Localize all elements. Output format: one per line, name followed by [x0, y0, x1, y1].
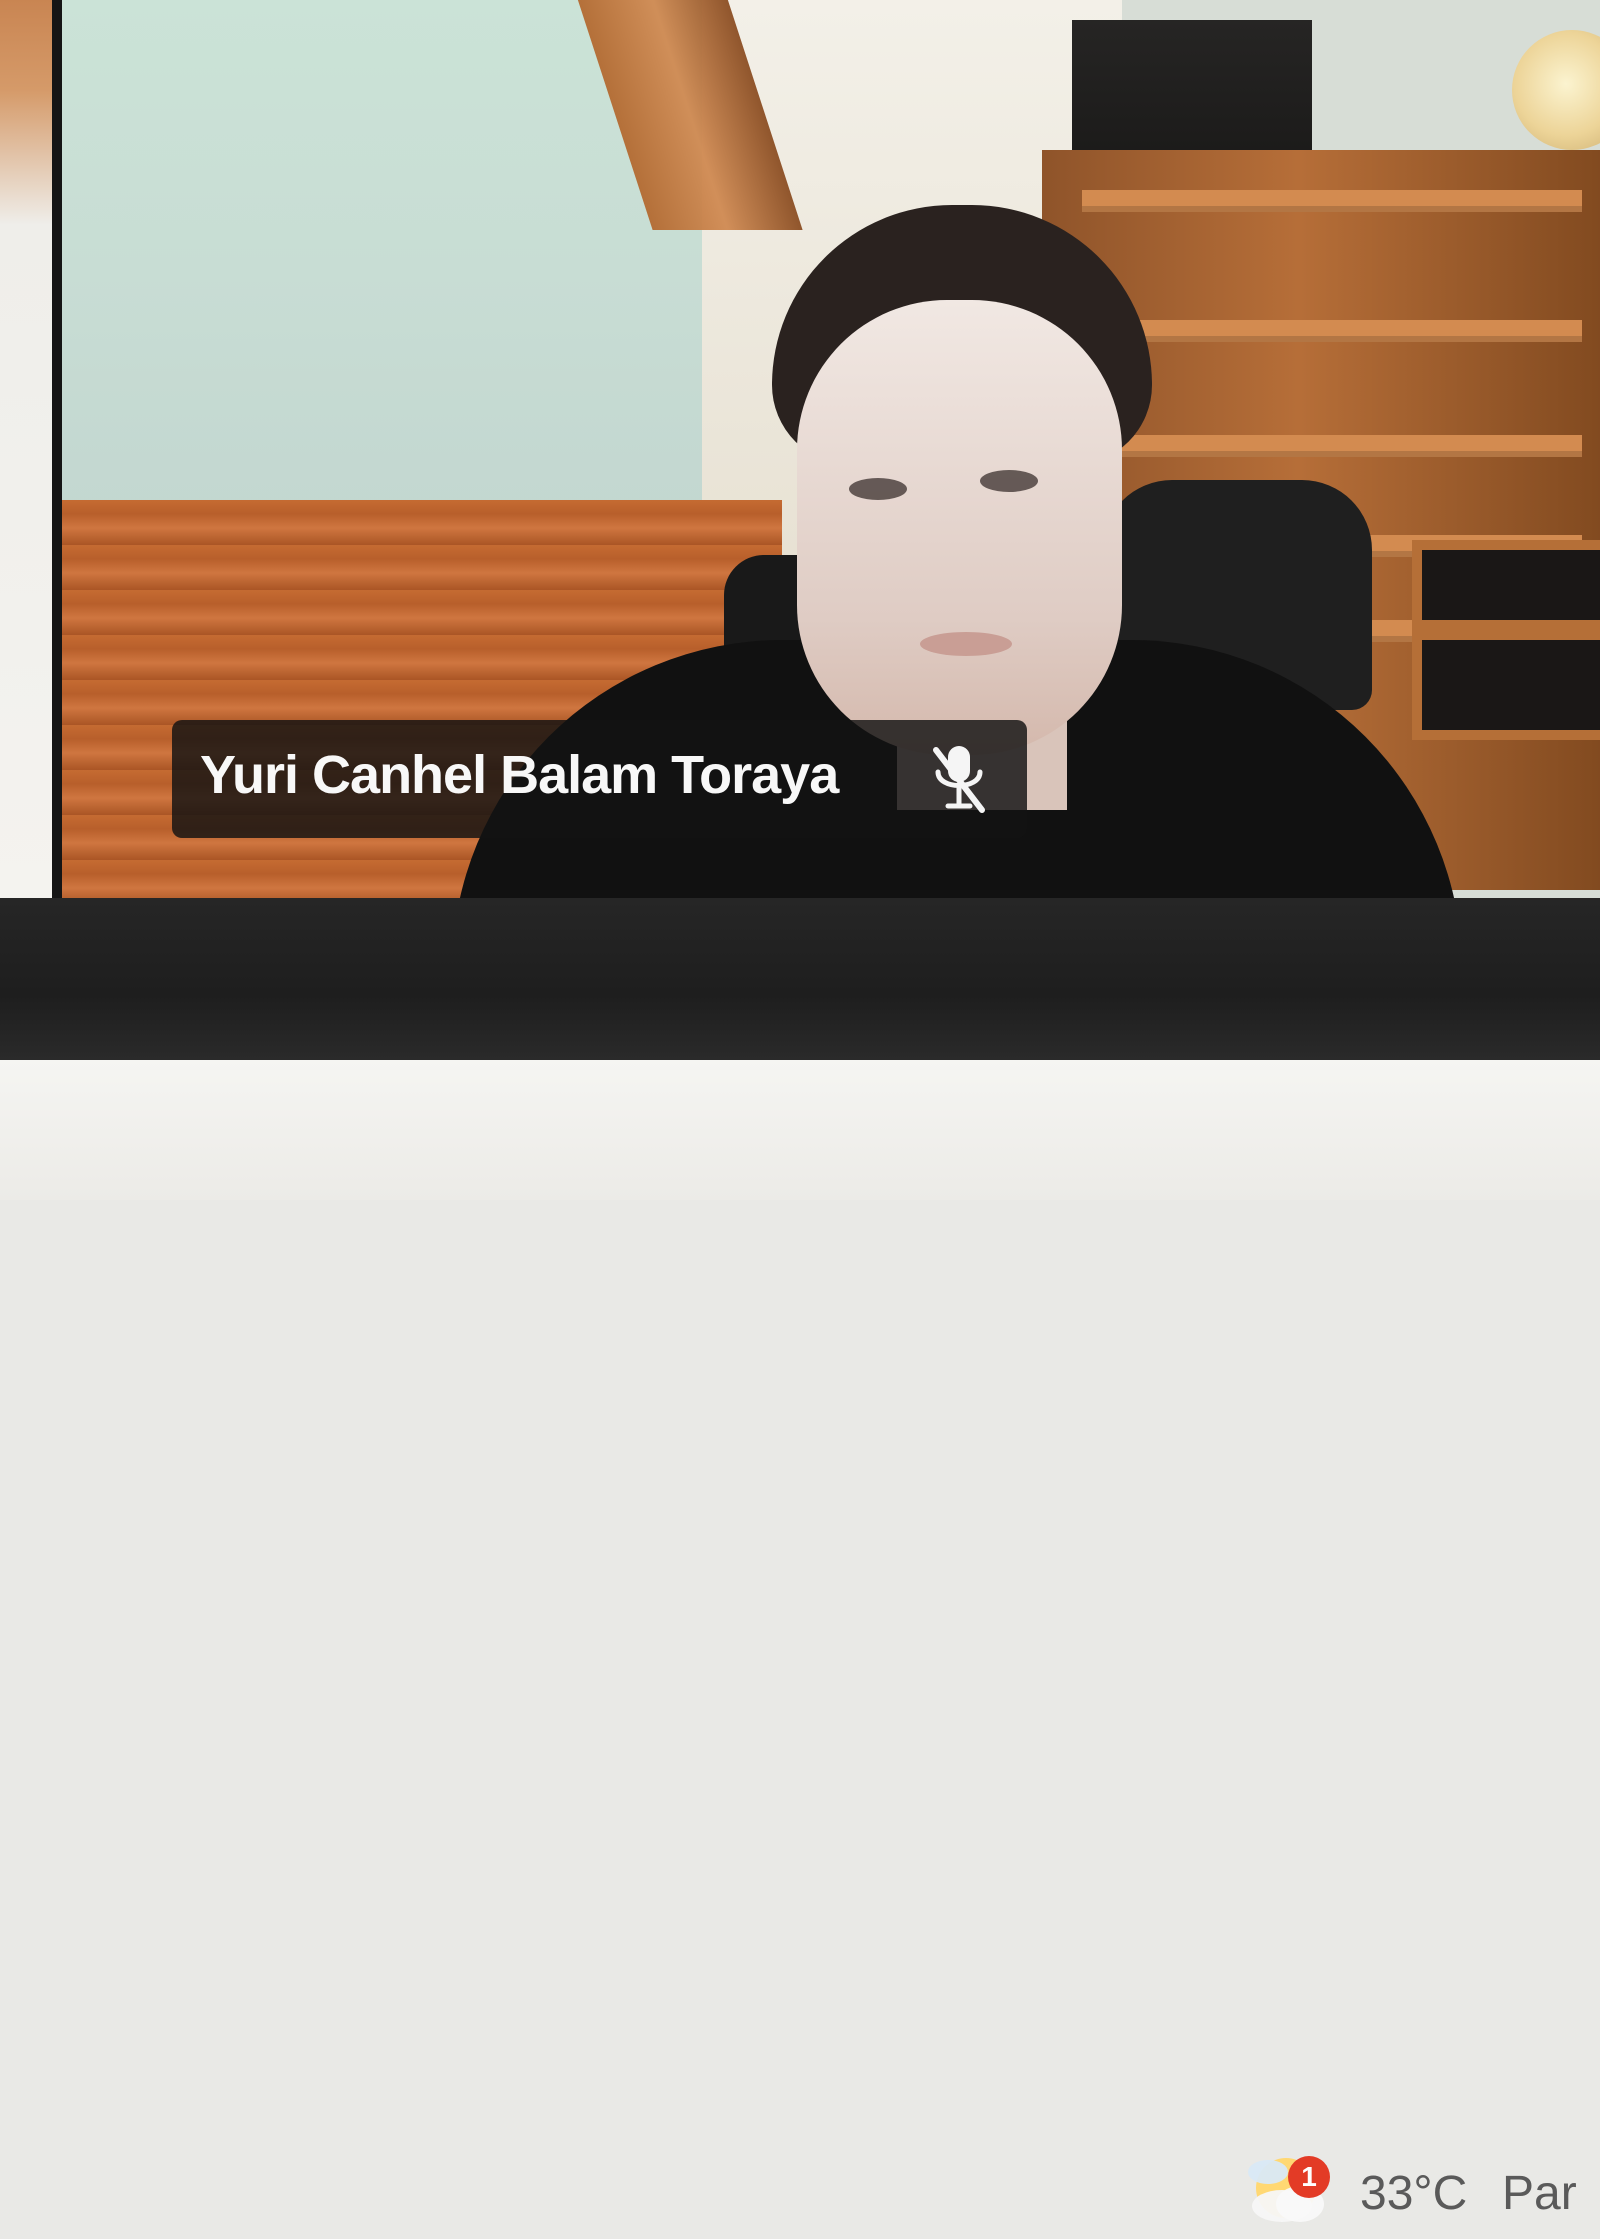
- bookcase-cabinet: [1412, 630, 1600, 740]
- mic-muted-icon: [924, 738, 994, 820]
- system-taskbar: 1 33°C Par: [0, 1060, 1600, 2222]
- notification-badge: 1: [1288, 2156, 1330, 2198]
- bookcase-cabinet: [1412, 540, 1600, 630]
- bookcase-shelf: [1082, 435, 1582, 457]
- person-eye: [980, 470, 1038, 492]
- weather-temperature[interactable]: 33°C: [1360, 2170, 1467, 2218]
- adjacent-video-edge: [0, 0, 52, 900]
- participant-name-tag: Yuri Canhel Balam Toraya: [172, 720, 1027, 838]
- participant-video-tile: Yuri Canhel Balam Toraya: [52, 0, 1600, 898]
- participant-name: Yuri Canhel Balam Toraya: [200, 745, 839, 805]
- wall-clock: [1512, 30, 1600, 150]
- person-face: [797, 300, 1122, 755]
- person-mouth: [920, 632, 1012, 656]
- bookcase-shelf: [1082, 190, 1582, 212]
- bookcase-shelf: [1082, 320, 1582, 342]
- person-eye: [849, 478, 907, 500]
- meeting-control-bar: [0, 898, 1600, 1060]
- screen: Yuri Canhel Balam Toraya 1 33°C Par: [0, 0, 1600, 2222]
- dark-box: [1072, 20, 1312, 150]
- weather-condition[interactable]: Par: [1502, 2170, 1600, 2218]
